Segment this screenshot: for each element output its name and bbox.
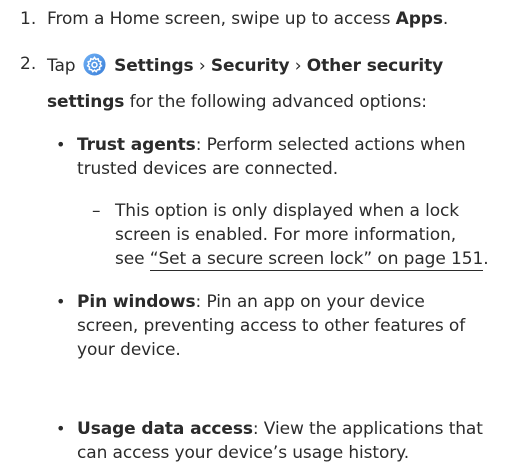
other-security-label-cont: settings	[47, 92, 125, 112]
bullet: •	[56, 135, 66, 154]
instruction-page: 1. From a Home screen, swipe up to acces…	[0, 0, 526, 475]
bullet: •	[56, 292, 66, 311]
step-2-text-cont: settings for the following advanced opti…	[47, 92, 427, 112]
option-pin-windows-cont: screen, preventing access to other featu…	[77, 316, 466, 336]
option-name: Pin windows	[77, 292, 196, 312]
option-pin-windows-cont-2: your device.	[77, 340, 181, 360]
option-name: Trust agents	[77, 135, 196, 155]
note-line-3: see “Set a secure screen lock” on page 1…	[115, 249, 489, 271]
step-2-text: Tap Settings › Security › Other security	[47, 53, 443, 77]
apps-label: Apps	[395, 9, 443, 29]
option-pin-windows: Pin windows: Pin an app on your device	[77, 292, 425, 312]
option-usage-data-access-cont: can access your device’s usage history.	[77, 443, 410, 463]
bullet: •	[56, 419, 66, 438]
dash: –	[92, 201, 101, 221]
step-number: 1.	[20, 9, 37, 29]
option-usage-data-access: Usage data access: View the applications…	[77, 419, 483, 439]
settings-label: Settings	[114, 56, 194, 76]
secure-screen-lock-link[interactable]: “Set a secure screen lock” on page 151	[149, 249, 483, 271]
security-label: Security	[210, 56, 290, 76]
option-trust-agents: Trust agents: Perform selected actions w…	[77, 135, 466, 155]
note-line-1: This option is only displayed when a loc…	[115, 201, 460, 221]
other-security-label: Other security	[306, 56, 444, 76]
note-line-2: screen is enabled. For more information,	[115, 225, 457, 245]
step-1-text: From a Home screen, swipe up to access A…	[47, 9, 449, 29]
option-name: Usage data access	[77, 419, 253, 439]
option-trust-agents-cont: trusted devices are connected.	[77, 159, 339, 179]
step-number: 2.	[20, 54, 37, 74]
settings-gear-icon	[83, 53, 106, 76]
